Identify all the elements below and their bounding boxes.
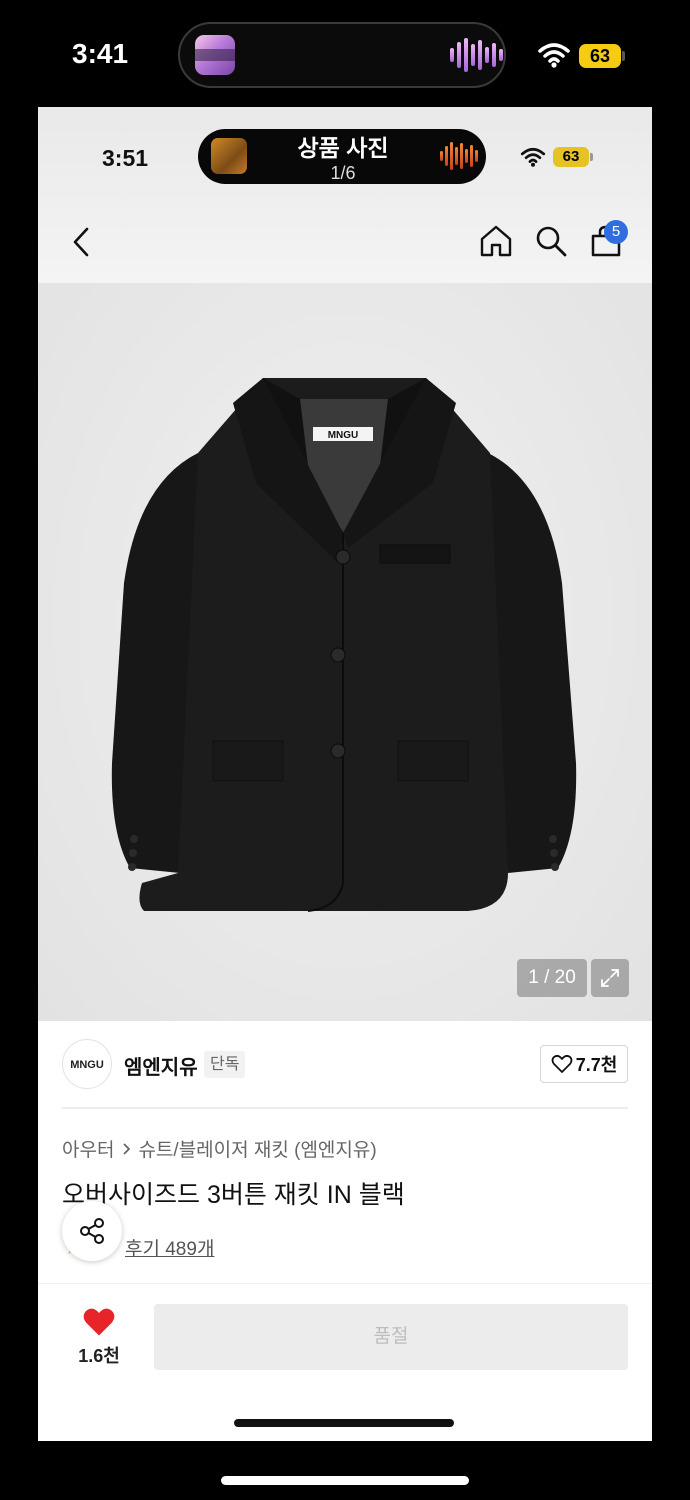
inner-wifi-icon [520,147,546,172]
inner-battery-tip [590,153,593,161]
back-chevron-icon[interactable] [68,225,94,264]
jacket-label-text: MNGU [328,430,359,441]
review-count-link[interactable]: 후기 489개 [125,1234,214,1261]
viewer-page-indicator: 1/6 [330,163,356,183]
heart-filled-icon[interactable] [82,1307,116,1342]
cart-count-badge: 5 [604,220,628,244]
inner-audio-wave-icon [440,141,478,171]
inner-home-indicator [234,1419,454,1427]
sold-out-button[interactable]: 품절 [154,1304,628,1370]
breadcrumb: 아우터 슈트/블레이저 재킷 (엠엔지유) [62,1135,377,1162]
divider [62,1107,628,1109]
battery-indicator: 63 [579,44,621,68]
search-icon[interactable] [533,223,569,264]
expand-icon[interactable] [591,959,629,997]
inner-battery-indicator: 63 [553,147,589,167]
brand-logo[interactable]: MNGU [62,1039,112,1089]
brand-like-button[interactable]: 7.7천 [540,1045,628,1083]
share-icon [80,1218,104,1244]
battery-tip [622,51,625,61]
home-indicator[interactable] [221,1476,469,1485]
bottom-bar-separator [38,1283,652,1284]
image-counter: 1 / 20 [517,959,587,997]
share-button[interactable] [62,1201,122,1261]
brand-like-count: 7.7천 [575,1055,618,1075]
breadcrumb-category[interactable]: 아우터 [62,1135,114,1162]
exclusive-badge: 단독 [204,1051,246,1078]
inner-now-playing-artwork [211,138,247,174]
chevron-right-icon [123,1142,131,1155]
now-playing-artwork [195,35,235,75]
viewer-title: 상품 사진 [297,135,389,161]
product-like-count: 1.6천 [78,1346,120,1366]
audio-wave-icon [450,38,503,72]
jacket-illustration: MNGU [111,378,577,912]
brand-name[interactable]: 엠엔지유 [124,1051,198,1080]
outer-status-time: 3:41 [72,38,129,69]
heart-outline-icon [551,1054,573,1073]
product-title: 오버사이즈드 3버튼 재킷 IN 블랙 [62,1181,405,1209]
product-image[interactable]: MNGU [38,283,652,1021]
inner-status-time: 3:51 [102,145,149,171]
screenshot-frame: 3:51 상품 사진 1/6 63 5 MNGU 1 / 20 MNGU 엠엔지… [38,107,652,1441]
wifi-icon [538,42,570,73]
home-icon[interactable] [478,223,514,264]
breadcrumb-subcategory[interactable]: 슈트/블레이저 재킷 (엠엔지유) [138,1135,376,1162]
